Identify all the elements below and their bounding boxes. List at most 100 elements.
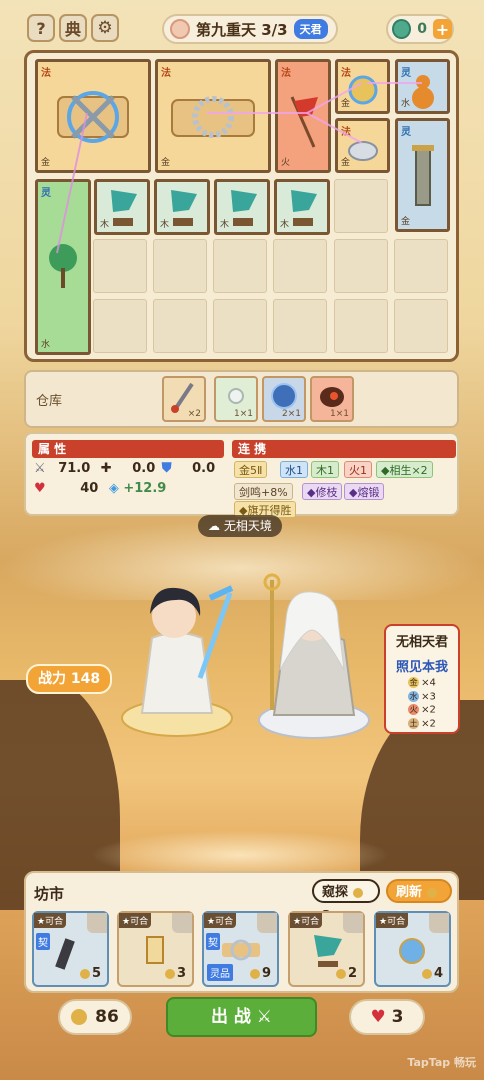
need-count: ×3 — [421, 691, 436, 702]
item-golden-orb[interactable]: 法 金 — [335, 59, 390, 114]
item-banner-3[interactable]: 木 — [214, 179, 270, 235]
grid-cell[interactable] — [273, 299, 327, 353]
heart-icon: ♥ — [370, 1007, 386, 1027]
refresh-button[interactable]: 刷新 1 — [386, 879, 452, 924]
shop-card-jade-banner[interactable]: ★可合 2 — [288, 911, 365, 987]
item-element: 木 — [160, 220, 170, 230]
item-element: 木 — [100, 220, 110, 230]
grid-cell[interactable] — [153, 299, 207, 353]
fight-button[interactable]: 出 战 ⚔ — [166, 997, 317, 1037]
item-silver-rings[interactable]: 法 金 — [335, 118, 390, 173]
peek-button[interactable]: 窥探 2 — [312, 879, 380, 924]
coin-icon — [164, 968, 175, 979]
item-banner-1[interactable]: 木 — [94, 179, 150, 235]
shop-card-talisman[interactable]: ★可合 3 — [117, 911, 194, 987]
warehouse-slot-orb[interactable]: 2×1 — [262, 376, 306, 422]
tree-icon — [49, 244, 77, 288]
item-jade-tree[interactable]: 灵 水 — [35, 179, 91, 355]
enemy-need-water: 水 ×3 — [386, 690, 458, 702]
item-banner-2[interactable]: 木 — [154, 179, 210, 235]
shop-panel: 坊市 窥探 2 刷新 1 ★可合 契 5 ★可合 3 ★可合 契 灵品 — [24, 871, 459, 993]
warehouse-slot-brush[interactable]: ×2 — [162, 376, 206, 422]
grid-cell[interactable] — [334, 239, 388, 293]
synergy-chip-forge[interactable]: ◆熔锻 — [344, 483, 385, 500]
warehouse-panel: 仓库 ×2 1×1 2×1 1×1 — [24, 370, 459, 428]
slot-qty: 1×1 — [330, 409, 349, 419]
grid-cell[interactable] — [153, 239, 207, 293]
grid-cell[interactable] — [213, 299, 267, 353]
codex-button[interactable]: 典 — [59, 14, 87, 42]
lotus-icon — [170, 19, 190, 39]
shop-card-ink-sword[interactable]: ★可合 契 5 — [32, 911, 109, 987]
grid-cell[interactable] — [93, 299, 147, 353]
grid-cell[interactable] — [394, 239, 448, 293]
grid-cell[interactable] — [334, 179, 388, 233]
item-blade-ring-scroll[interactable]: 法 金 — [155, 59, 271, 173]
cloud-icon: ☁ — [208, 519, 220, 533]
slot-qty: ×2 — [187, 409, 201, 419]
slot-qty: 2×1 — [282, 409, 301, 419]
shop-card-blade-scroll[interactable]: ★可合 契 灵品 9 — [202, 911, 279, 987]
crossed-swords-icon — [57, 91, 129, 143]
grid-cell[interactable] — [273, 239, 327, 293]
synergy-chip-generate[interactable]: ◆相生×2 — [376, 461, 433, 478]
shop-card-water-orb[interactable]: ★可合 4 — [374, 911, 451, 987]
jade-count: 0 — [417, 21, 427, 37]
item-sword-scroll[interactable]: 法 金 — [35, 59, 151, 173]
add-label: + — [435, 19, 450, 39]
synergy-chip-sword[interactable]: 剑鸣+8% — [234, 483, 293, 500]
item-red-flag[interactable]: 法 火 — [275, 59, 331, 173]
synergy-chip-fire[interactable]: 火1 — [344, 461, 372, 478]
grid-cell[interactable] — [394, 299, 448, 353]
item-pagoda-tower[interactable]: 灵 金 — [395, 118, 450, 232]
item-element: 水 — [41, 340, 51, 350]
water-element-icon: 水 — [408, 690, 420, 702]
price-value: 5 — [91, 966, 101, 981]
codex-label: 典 — [64, 20, 81, 39]
need-count: ×2 — [421, 704, 436, 716]
item-tag: 法 — [281, 68, 291, 79]
pagoda-icon — [412, 145, 434, 206]
grid-cell[interactable] — [213, 239, 267, 293]
synergy-chip-prune[interactable]: ◆修枝 — [302, 483, 343, 500]
hp-row: ♥ 40 ◈ +12.9 — [34, 481, 166, 496]
gold-coin-icon — [71, 1009, 88, 1025]
warehouse-slot-ember[interactable]: 1×1 — [310, 376, 354, 422]
enemy-need-earth: 土 ×2 — [386, 717, 458, 729]
gold-value: 86 — [95, 1007, 119, 1027]
stats-panel: 属 性 连 携 ⚔ 71.0 ✚ 0.0 ⛊ 0.0 ♥ 40 ◈ +12.9 … — [24, 432, 459, 518]
settings-button[interactable]: ⚙ — [91, 14, 119, 42]
item-tag: 灵 — [41, 188, 51, 199]
enemy-boss — [258, 573, 370, 739]
shield-value: 0.0 — [192, 461, 216, 476]
grid-cell[interactable] — [93, 239, 147, 293]
enemy-info-panel[interactable]: 无相天君 照见本我 金 ×4 水 ×3 火 ×2 土 ×2 — [384, 624, 460, 734]
item-element: 木 — [220, 220, 230, 230]
coin-icon — [335, 968, 346, 979]
coin-icon — [79, 968, 90, 979]
card-price: 5 — [79, 966, 101, 981]
attributes-header: 属 性 — [32, 440, 224, 458]
synergy-chip-metal[interactable]: 金5Ⅱ — [234, 461, 268, 478]
refresh-label: 刷新 — [396, 885, 423, 900]
blade-ring-icon — [171, 96, 255, 138]
jade-coin-icon — [392, 19, 412, 39]
need-count: ×2 — [421, 718, 436, 729]
help-button[interactable]: ? — [27, 14, 55, 42]
item-element: 火 — [281, 158, 291, 168]
add-currency-button[interactable]: + — [432, 19, 452, 39]
warehouse-label: 仓库 — [36, 394, 63, 409]
item-banner-4[interactable]: 木 — [274, 179, 330, 235]
lives-counter: ♥ 3 — [349, 999, 425, 1035]
synergy-chip-wood[interactable]: 木1 — [311, 461, 339, 478]
gold-counter: 86 — [58, 999, 132, 1035]
hp-value: 40 — [80, 481, 99, 496]
item-gourd[interactable]: 灵 水 — [395, 59, 450, 114]
warehouse-slot-pearl[interactable]: 1×1 — [214, 376, 258, 422]
grid-cell[interactable] — [334, 299, 388, 353]
synergy-chip-water[interactable]: 水1 — [280, 461, 308, 478]
item-element: 金 — [341, 99, 351, 109]
enemy-need-metal: 金 ×4 — [386, 677, 458, 689]
shop-title: 坊市 — [34, 885, 65, 903]
enemy-name: 无相天君 — [395, 635, 448, 650]
